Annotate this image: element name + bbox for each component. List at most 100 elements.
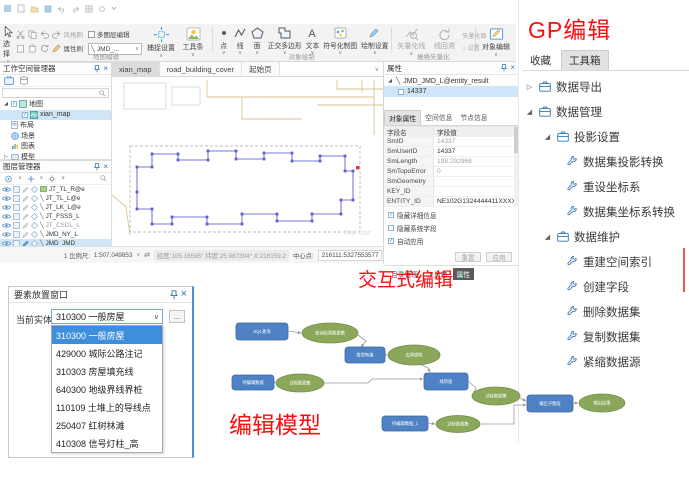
datasource-icon[interactable]: [19, 76, 29, 85]
add-layer-icon[interactable]: [27, 175, 35, 183]
open-folder-icon[interactable]: [30, 5, 39, 13]
model-node-过程数据集[interactable]: 过程数据集: [276, 374, 324, 392]
重置-button[interactable]: 重置: [455, 252, 481, 262]
entity-option[interactable]: 250407 红树林滩: [52, 416, 162, 434]
toolbox-node-数据维护[interactable]: ◢数据维护: [519, 224, 689, 249]
pin-icon[interactable]: [501, 64, 507, 72]
pin-icon[interactable]: [170, 290, 178, 300]
undo-icon[interactable]: [40, 30, 49, 39]
properties-tab-空间信息[interactable]: 空间信息: [421, 110, 456, 125]
layer-row-JT_TL_L@e[interactable]: ╲JT_TL_L@e: [0, 194, 111, 203]
expanded-arrow-icon[interactable]: ◢: [525, 108, 534, 116]
tool-item-重设坐标系[interactable]: 重设坐标系: [519, 174, 689, 199]
map-tab-xian_map[interactable]: xian_map: [112, 62, 160, 76]
expanded-arrow-icon[interactable]: ◢: [543, 133, 552, 141]
tool-item-数据集坐标系转换[interactable]: 数据集坐标系转换: [519, 199, 689, 224]
map-tab-road_building_cover[interactable]: road_building_cover: [160, 62, 243, 76]
attribute-row-SmLength[interactable]: SmLength198.292968: [384, 157, 518, 167]
properties-tab-对象属性[interactable]: 对象属性: [384, 110, 421, 125]
entity-option[interactable]: 110109 土堆上的导线点: [52, 398, 162, 416]
redo-icon[interactable]: [52, 30, 61, 39]
model-node-输出子图层[interactable]: 输出子图层: [527, 395, 573, 412]
close-icon[interactable]: ×: [103, 65, 108, 73]
copy-icon[interactable]: [28, 30, 37, 39]
close-icon[interactable]: ×: [510, 64, 515, 72]
entity-option[interactable]: 310303 房屋填充线: [52, 362, 162, 380]
entity-option[interactable]: 310300 一般房屋: [52, 326, 162, 344]
more-button[interactable]: ...: [169, 310, 185, 323]
layer-row-JT_CSDL_L[interactable]: ╲JT_CSDL_L: [0, 221, 111, 230]
search-icon[interactable]: [100, 175, 107, 182]
layer-row-JT_FSSS_L[interactable]: ╲JT_FSSS_L: [0, 212, 111, 221]
tool-item-数据集投影转换[interactable]: 数据集投影转换: [519, 149, 689, 174]
field-value[interactable]: 14337: [434, 147, 518, 156]
attribute-row-KEY_ID[interactable]: KEY_ID: [384, 187, 518, 197]
layer-row-JT_TL_R@e[interactable]: JT_TL_R@e: [0, 185, 111, 194]
properties-tab-节点信息[interactable]: 节点信息: [456, 110, 491, 125]
multi-layer-edit-checkbox[interactable]: 多图层编辑: [88, 29, 142, 39]
line-backtrack-button[interactable]: 线回溯: [431, 27, 457, 51]
model-node-输出结果[interactable]: 输出结果: [579, 394, 625, 412]
style-brush-label[interactable]: 风格刷: [64, 29, 84, 39]
layer-row-JMD_NY_L[interactable]: ╲JMD_NY_L: [0, 230, 111, 239]
workspace-icon[interactable]: [4, 76, 14, 85]
field-value[interactable]: NE102G1324444411XXXXXXXX: [434, 197, 518, 206]
window-grid-icon[interactable]: [85, 5, 93, 13]
undo-icon[interactable]: [57, 5, 66, 13]
expanded-arrow-icon[interactable]: ◢: [543, 233, 552, 241]
visibility-filter-icon[interactable]: [4, 175, 13, 183]
dock-tab-属性[interactable]: 属性: [453, 268, 475, 280]
attribute-row-SmUserID[interactable]: SmUserID14337: [384, 147, 518, 157]
workspace-tree-item-地图[interactable]: ◢✓地图: [0, 99, 111, 110]
model-node-待编辑数据[interactable]: 待编辑数据: [232, 375, 274, 390]
model-node-过程数据集[interactable]: 过程数据集: [436, 416, 480, 433]
tool-item-重建空间索引[interactable]: 重建空间索引: [519, 249, 689, 274]
scale-value[interactable]: 1:507.049853: [94, 252, 133, 259]
map-canvas[interactable]: Trial Use: [112, 77, 383, 246]
option-隐藏详细信息[interactable]: ✓隐藏详细信息: [388, 210, 514, 220]
workspace-search-input[interactable]: [2, 88, 109, 98]
workspace-tree-item-场景[interactable]: 场景: [0, 131, 111, 142]
workspace-tree-item-图表[interactable]: 图表: [0, 141, 111, 152]
model-node-类型转换[interactable]: 类型转换: [345, 347, 385, 363]
collapsed-arrow-icon[interactable]: ▷: [525, 83, 534, 91]
model-node-边界提取[interactable]: 边界提取: [388, 345, 440, 365]
cut-icon[interactable]: [16, 30, 25, 39]
checkbox-icon[interactable]: [398, 89, 404, 95]
settings-icon[interactable]: [98, 5, 106, 13]
model-node-线转面[interactable]: 线转面: [424, 373, 468, 390]
pin-icon[interactable]: [94, 163, 100, 171]
toolbox-node-数据导出[interactable]: ▷数据导出: [519, 74, 689, 99]
attribute-row-SmTopoError[interactable]: SmTopoError0: [384, 167, 518, 177]
attribute-row-SmID[interactable]: SmID14337: [384, 137, 518, 147]
app-icon[interactable]: [3, 4, 12, 13]
layer-settings-icon[interactable]: [48, 175, 56, 183]
attribute-row-ENTITY_ID[interactable]: ENTITY_IDNE102G1324444411XXXXXXXX: [384, 197, 518, 207]
field-value[interactable]: [434, 187, 518, 196]
model-node-SQL查询[interactable]: SQL查询: [236, 323, 288, 340]
model-node-查询结果数据集[interactable]: 查询结果数据集: [302, 323, 358, 343]
close-icon[interactable]: ×: [103, 163, 108, 171]
map-tab-起始页[interactable]: 起始页: [242, 62, 280, 76]
tab-favorites[interactable]: 收藏: [523, 51, 558, 70]
attribute-row-SmGeometry[interactable]: SmGeometry: [384, 177, 518, 187]
option-隐藏系统字段[interactable]: 隐藏系统字段: [388, 223, 514, 233]
pin-icon[interactable]: [94, 65, 100, 73]
entity-option[interactable]: 410308 信号灯柱_高: [52, 434, 162, 452]
properties-tree-root[interactable]: ◢ ╲ JMD_JMD_L@entity_result: [384, 75, 518, 86]
checkbox-icon[interactable]: ✓: [22, 112, 28, 118]
layer-row-JT_LK_L@e[interactable]: ╲JT_LK_L@e: [0, 203, 111, 212]
workspace-tree-item-布局[interactable]: 布局: [0, 120, 111, 131]
close-icon[interactable]: ×: [181, 289, 187, 300]
应用-button[interactable]: 应用: [486, 252, 512, 262]
entity-option[interactable]: 640300 地级界线界桩: [52, 380, 162, 398]
properties-selected-feature[interactable]: 14337: [384, 86, 518, 97]
swap-coords-icon[interactable]: ⇄: [144, 251, 150, 259]
redo-icon[interactable]: [71, 5, 80, 13]
object-edit-button[interactable]: 对象编辑 ∨: [482, 27, 510, 58]
entity-combobox[interactable]: 310300 一般房屋 ∨: [51, 309, 163, 324]
workspace-tree-item-xian_map[interactable]: ✓xian_map: [0, 110, 111, 121]
tab-toolbox[interactable]: 工具箱: [561, 50, 609, 70]
toolbox-node-投影设置[interactable]: ◢投影设置: [519, 124, 689, 149]
toolbox-node-数据管理[interactable]: ◢数据管理: [519, 99, 689, 124]
